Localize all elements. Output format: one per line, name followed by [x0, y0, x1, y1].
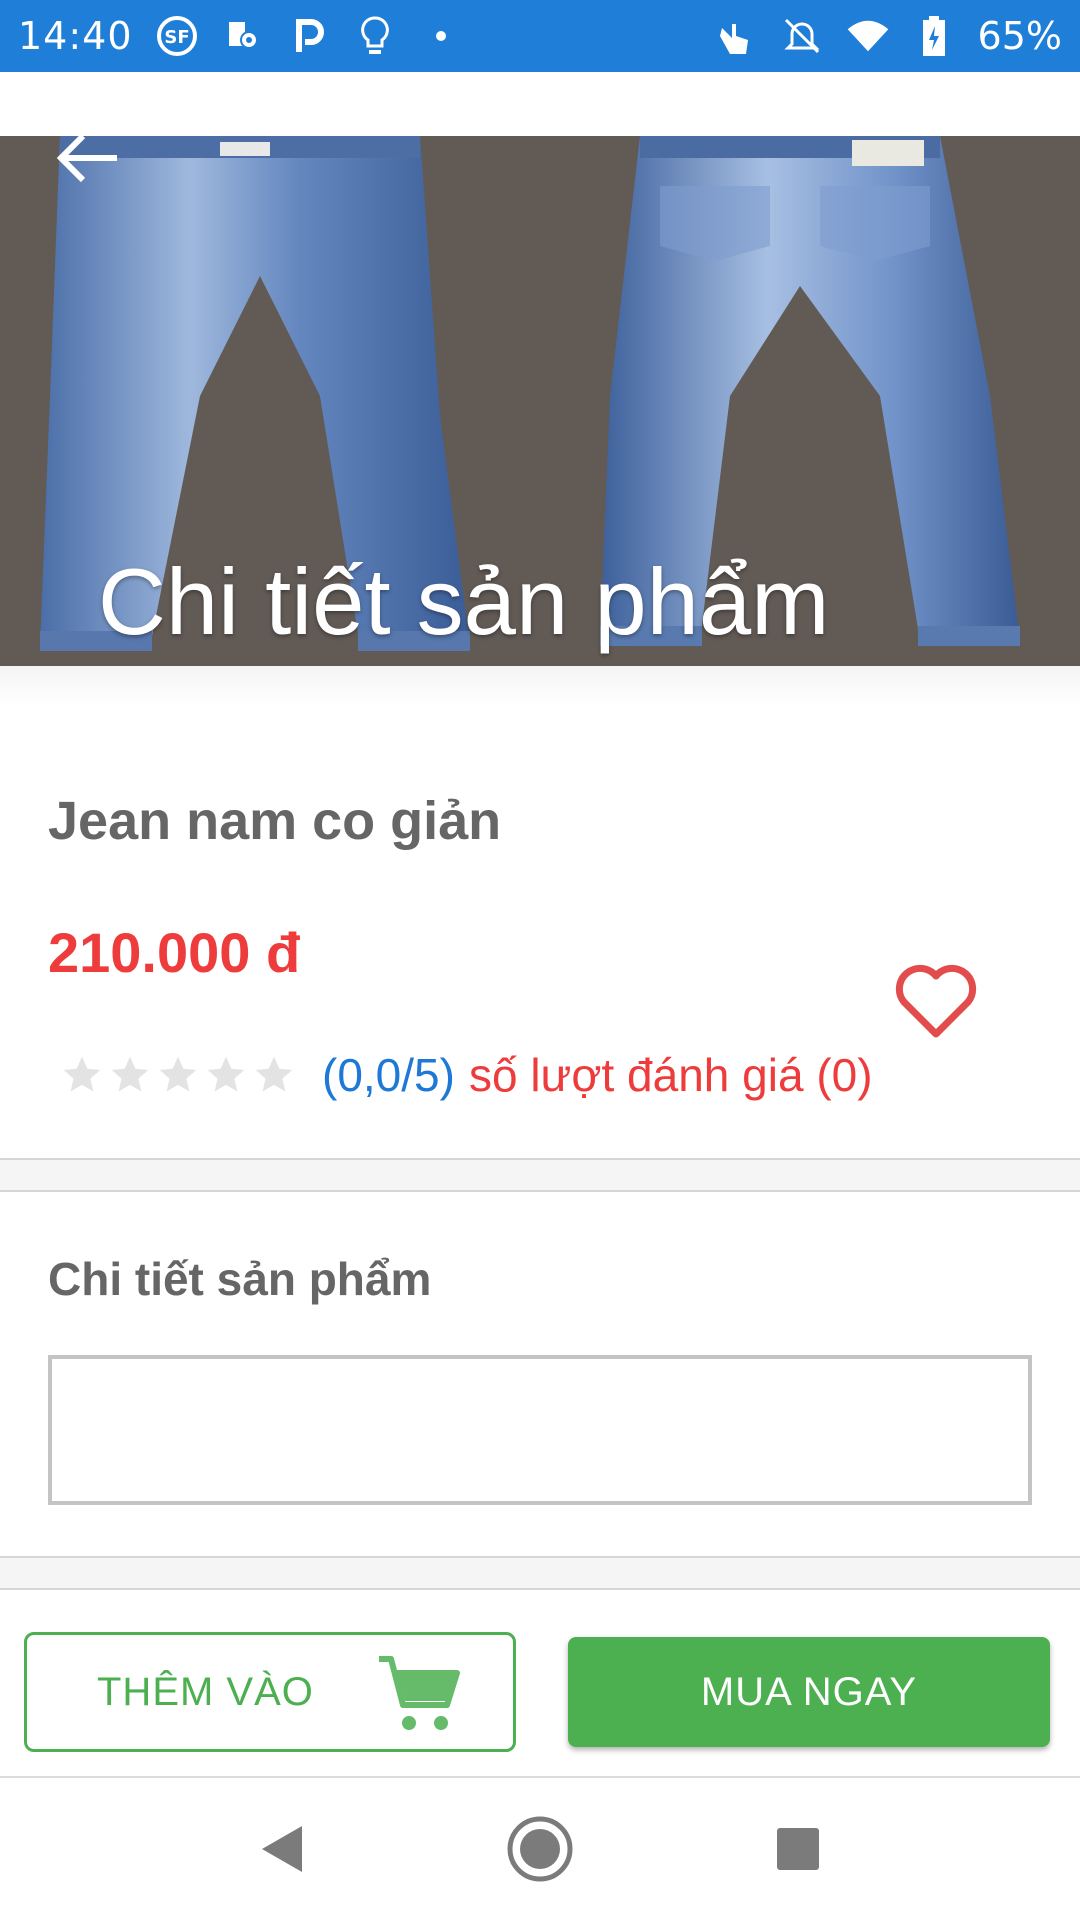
star-icon — [207, 1056, 245, 1092]
add-to-cart-label: THÊM VÀO — [97, 1669, 314, 1714]
nav-home-button[interactable] — [495, 1804, 585, 1894]
section-divider — [0, 1158, 1080, 1192]
battery-percent: 65% — [977, 14, 1062, 58]
rating-row: (0,0/5) số lượt đánh giá (0) — [60, 1045, 873, 1105]
heart-outline-icon — [894, 964, 978, 1046]
product-name: Jean nam co giản — [48, 791, 502, 851]
battery-icon — [912, 14, 956, 58]
details-content — [48, 1355, 1032, 1505]
touch-icon — [714, 14, 758, 58]
section-divider — [0, 1556, 1080, 1590]
details-title: Chi tiết sản phẩm — [48, 1253, 432, 1305]
page-title: Chi tiết sản phẩm — [98, 549, 830, 654]
nav-back-button[interactable] — [236, 1804, 326, 1894]
star-icon — [111, 1056, 149, 1092]
rating-score: (0,0/5) — [322, 1049, 455, 1101]
rating-stars — [60, 1053, 296, 1097]
wifi-icon — [846, 14, 890, 58]
svg-text:SF: SF — [164, 27, 189, 48]
product-price: 210.000 đ — [48, 921, 301, 984]
sf-icon: SF — [155, 14, 199, 58]
parking-icon — [287, 14, 331, 58]
lightbulb-icon — [353, 14, 397, 58]
rating-count: số lượt đánh giá (0) — [468, 1049, 873, 1101]
star-icon — [63, 1056, 101, 1092]
buy-now-button[interactable]: MUA NGAY — [568, 1637, 1050, 1747]
favorite-button[interactable] — [894, 962, 978, 1042]
cart-icon — [379, 1656, 460, 1730]
system-nav-bar — [0, 1778, 1080, 1920]
arrow-left-icon — [53, 130, 123, 191]
hero-fade — [0, 666, 1080, 706]
nav-recents-button[interactable] — [753, 1804, 843, 1894]
status-time: 14:40 — [18, 14, 133, 58]
dot-icon — [419, 14, 463, 58]
bell-off-icon — [780, 14, 824, 58]
back-button[interactable] — [48, 130, 128, 190]
star-icon — [255, 1056, 293, 1092]
map-pin-icon — [221, 14, 265, 58]
add-to-cart-button[interactable]: THÊM VÀO — [24, 1632, 516, 1752]
star-icon — [159, 1056, 197, 1092]
status-bar: 14:40 SF 65% — [0, 0, 1080, 72]
